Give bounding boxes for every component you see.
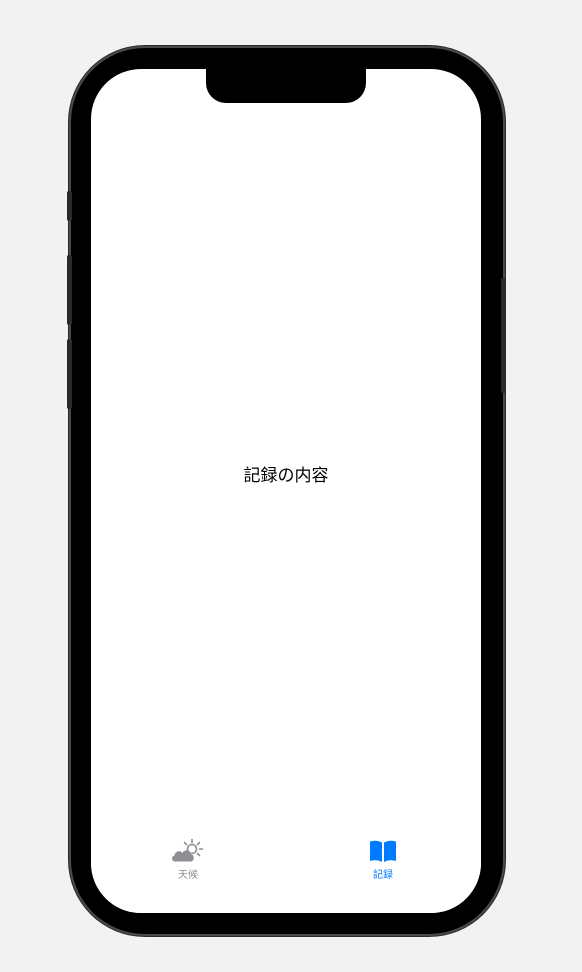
tab-weather-label: 天候 — [178, 870, 198, 881]
screen: 記録の内容 天候 記録 — [91, 69, 481, 913]
volume-up-button — [67, 255, 72, 325]
tab-record[interactable]: 記録 — [353, 836, 413, 886]
notch — [206, 69, 366, 103]
volume-down-button — [67, 339, 72, 409]
cloud-sun-icon — [170, 838, 206, 864]
book-icon — [365, 838, 401, 864]
silent-switch — [67, 191, 72, 221]
tab-record-label: 記録 — [373, 870, 393, 881]
content-label: 記録の内容 — [243, 466, 329, 486]
tab-bar: 天候 記録 — [91, 830, 481, 913]
power-button — [501, 278, 506, 393]
tab-weather[interactable]: 天候 — [158, 836, 218, 886]
